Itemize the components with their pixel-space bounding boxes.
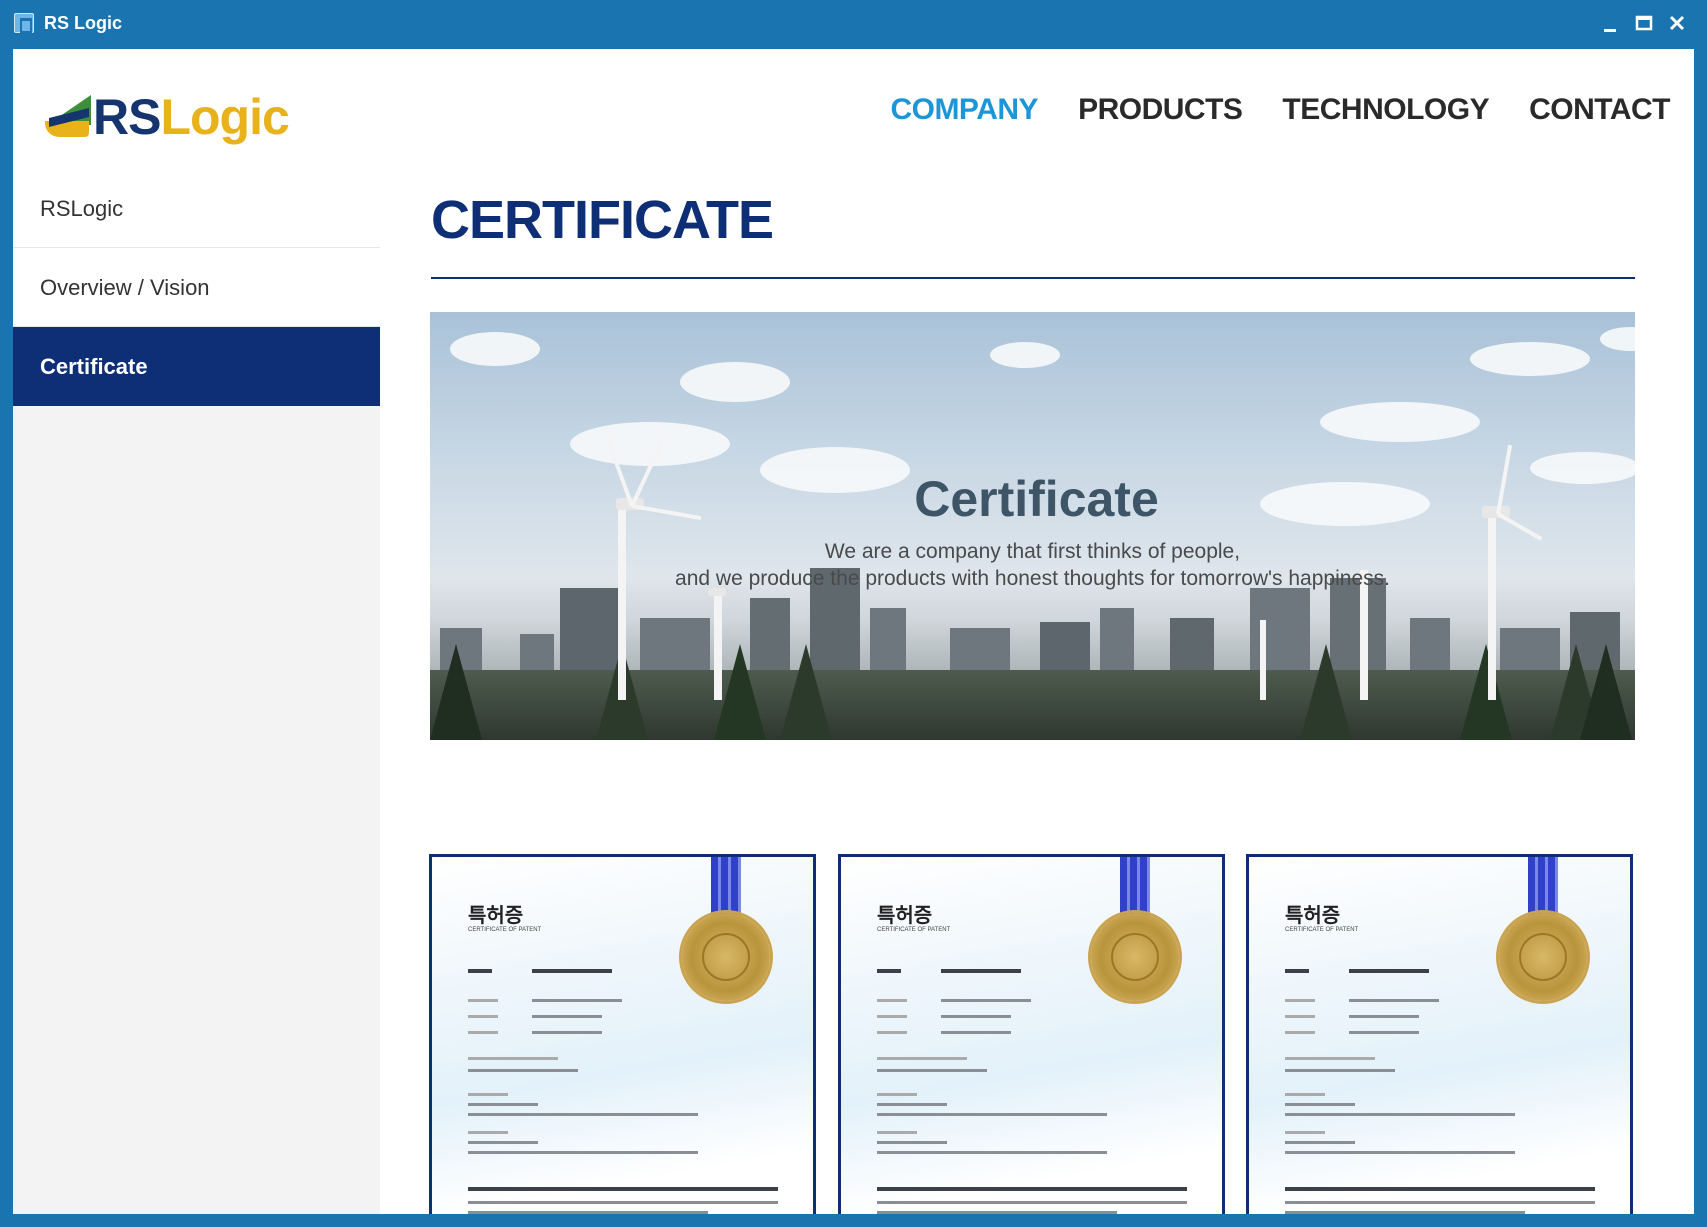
window-title: RS Logic xyxy=(44,13,123,33)
sidebar: RSLogic Overview / Vision Certificate xyxy=(13,169,380,1214)
certificate-heading: 특허증 xyxy=(877,905,933,927)
title-bar[interactable]: RS Logic xyxy=(0,0,1707,48)
banner-subtitle-line1: We are a company that first thinks of pe… xyxy=(824,540,1241,563)
banner-title: Certificate xyxy=(914,471,1159,527)
certificate-card[interactable]: 특허증 CERTIFICATE OF PATENT xyxy=(1246,854,1633,1214)
minimize-icon[interactable] xyxy=(1596,8,1626,38)
close-icon[interactable] xyxy=(1662,8,1692,38)
app-icon xyxy=(14,13,34,33)
certificate-banner-image: Certificate We are a company that first … xyxy=(430,312,1635,740)
certificate-subheading: CERTIFICATE OF PATENT xyxy=(468,927,542,933)
certificate-heading: 특허증 xyxy=(1285,905,1341,927)
maximize-icon[interactable] xyxy=(1629,8,1659,38)
banner-text: Certificate We are a company that first … xyxy=(430,470,1635,592)
nav-products[interactable]: PRODUCTS xyxy=(1078,93,1243,127)
logo-text-logic: Logic xyxy=(160,89,289,145)
sidebar-item-certificate[interactable]: Certificate xyxy=(13,327,380,406)
certificate-card[interactable]: 특허증 CERTIFICATE OF PATENT xyxy=(838,854,1225,1214)
banner-subtitle-line2: and we produce the products with honest … xyxy=(675,567,1390,590)
nav-contact[interactable]: CONTACT xyxy=(1529,93,1670,127)
app-window: RS Logic RSLogic COMPANY PRODUCTS TECHNO… xyxy=(0,0,1707,1227)
certificate-subheading: CERTIFICATE OF PATENT xyxy=(1285,927,1359,933)
logo-mark-icon xyxy=(45,95,91,139)
logo-text-rs: RS xyxy=(93,89,161,145)
gold-seal-icon xyxy=(1091,913,1179,1001)
gold-seal-icon xyxy=(682,913,770,1001)
nav-company[interactable]: COMPANY xyxy=(890,93,1038,127)
certificate-heading: 특허증 xyxy=(468,905,524,927)
window-bottom-border xyxy=(0,1214,1707,1227)
page-title: CERTIFICATE xyxy=(431,190,774,250)
logo-text: RSLogic xyxy=(93,88,290,146)
sidebar-item-rslogic[interactable]: RSLogic xyxy=(13,169,380,248)
rslogic-logo[interactable]: RSLogic xyxy=(45,88,290,146)
gold-seal-icon xyxy=(1499,913,1587,1001)
certificate-subheading: CERTIFICATE OF PATENT xyxy=(877,927,951,933)
top-navigation: COMPANY PRODUCTS TECHNOLOGY CONTACT xyxy=(890,93,1670,127)
title-divider xyxy=(431,277,1635,279)
nav-technology[interactable]: TECHNOLOGY xyxy=(1282,93,1489,127)
certificate-card[interactable]: 특허증 CERTIFICATE OF PATENT xyxy=(429,854,816,1214)
sidebar-item-overview-vision[interactable]: Overview / Vision xyxy=(13,248,380,327)
web-content: RSLogic COMPANY PRODUCTS TECHNOLOGY CONT… xyxy=(13,49,1694,1214)
